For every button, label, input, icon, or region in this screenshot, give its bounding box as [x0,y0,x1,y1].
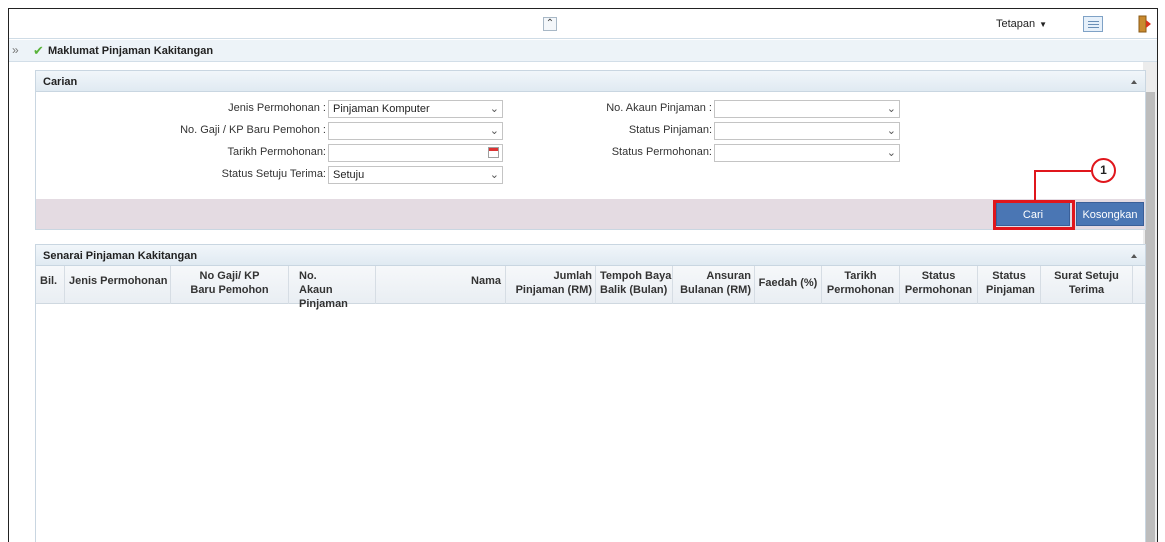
chevron-down-icon: ⌄ [886,125,896,137]
page-title-bar: » ✔ Maklumat Pinjaman Kakitangan [9,40,1157,62]
no-akaun-label: No. Akaun Pinjaman : [606,102,712,114]
col-bil[interactable]: Bil. [36,266,65,304]
col-status-permohonan[interactable]: Status Permohonan [900,266,978,304]
settings-label: Tetapan [996,18,1036,30]
no-gaji-select[interactable]: ⌄ [328,122,503,140]
search-action-bar: Cari Kosongkan [36,199,1145,229]
col-faedah[interactable]: Faedah (%) [755,266,822,304]
grid-header: Bil. Jenis Permohonan No Gaji/ KP Baru P… [36,266,1145,310]
col-status-pinjaman[interactable]: Status Pinjaman [978,266,1041,304]
list-panel: Senarai Pinjaman Kakitangan Bil. Jenis P… [35,244,1146,542]
col-no-akaun[interactable]: No. Akaun Pinjaman [289,266,376,310]
list-panel-title: Senarai Pinjaman Kakitangan [43,250,198,262]
logout-icon[interactable] [1138,15,1152,33]
col-jumlah-pinjaman[interactable]: Jumlah Pinjaman (RM) [506,266,596,304]
col-tempoh-bayar-text: Tempoh Baya Balik (Bulan) [600,270,672,296]
col-surat-setuju-terima[interactable]: Surat Setuju Terima [1041,266,1133,304]
jenis-permohonan-select[interactable]: Pinjaman Komputer ⌄ [328,100,503,118]
settings-menu[interactable]: Tetapan ▼ [996,18,1047,30]
status-setuju-terima-select[interactable]: Setuju ⌄ [328,166,503,184]
top-bar: ⌃ Tetapan ▼ [9,9,1157,39]
status-setuju-terima-label: Status Setuju Terima: [221,168,326,180]
clear-button[interactable]: Kosongkan [1076,202,1144,226]
search-button-highlight [993,200,1075,230]
no-akaun-select[interactable]: ⌄ [714,100,900,118]
chevron-down-icon: ⌄ [886,147,896,159]
check-icon: ✔ [33,43,44,58]
status-permohonan-select[interactable]: ⌄ [714,144,900,162]
callout-connector [1034,172,1036,200]
col-ansuran-bulanan[interactable]: Ansuran Bulanan (RM) [673,266,755,304]
scrollbar-thumb[interactable] [1145,92,1155,542]
tarikh-permohonan-field[interactable] [328,144,503,162]
collapse-up-icon[interactable]: ⌃ [543,17,557,31]
expand-sidebar-icon[interactable]: » [12,43,19,57]
page-title: Maklumat Pinjaman Kakitangan [48,45,214,57]
tarikh-permohonan-label: Tarikh Permohonan: [227,146,326,158]
jenis-permohonan-label: Jenis Permohonan : [228,102,326,114]
search-panel: Carian Jenis Permohonan : Pinjaman Kompu… [35,70,1146,230]
list-view-icon[interactable] [1083,16,1103,32]
col-tarikh-permohonan[interactable]: Tarikh Permohonan [822,266,900,304]
chevron-down-icon: ⌄ [489,169,499,181]
caret-down-icon: ▼ [1039,20,1048,29]
col-tempoh-bayar[interactable]: Tempoh Baya Balik (Bulan) [596,266,673,304]
status-pinjaman-select[interactable]: ⌄ [714,122,900,140]
chevron-down-icon: ⌄ [886,103,896,115]
col-no-gaji[interactable]: No Gaji/ KP Baru Pemohon [171,266,289,304]
status-permohonan-label: Status Permohonan: [611,146,712,158]
chevron-down-icon: ⌄ [489,103,499,115]
app-frame: ⌃ Tetapan ▼ » ✔ Maklumat Pinjaman Kakitan… [8,8,1158,542]
no-gaji-label: No. Gaji / KP Baru Pemohon : [180,124,326,136]
step-callout-badge: 1 [1091,158,1116,183]
chevron-down-icon: ⌄ [489,125,499,137]
collapse-panel-icon[interactable] [1131,80,1137,84]
calendar-icon[interactable] [488,147,499,158]
jenis-permohonan-value: Pinjaman Komputer [333,103,430,115]
status-setuju-terima-value: Setuju [333,169,365,181]
status-pinjaman-label: Status Pinjaman: [628,124,712,136]
col-nama[interactable]: Nama [376,266,506,304]
list-panel-header: Senarai Pinjaman Kakitangan [36,245,1145,266]
callout-connector [1034,170,1091,172]
collapse-panel-icon[interactable] [1131,254,1137,258]
search-panel-title: Carian [43,76,78,88]
search-panel-header: Carian [36,71,1145,92]
col-jenis-permohonan[interactable]: Jenis Permohonan [65,266,171,304]
